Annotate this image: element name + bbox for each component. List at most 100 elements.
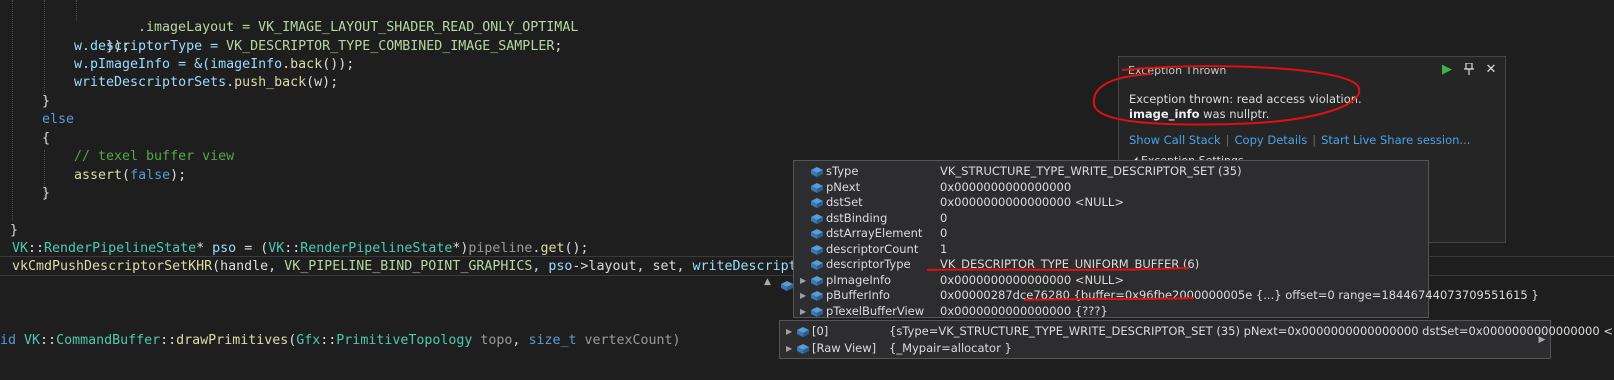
datatip-row[interactable]: descriptorType VK_DESCRIPTOR_TYPE_UNIFORM… <box>794 257 1428 273</box>
code-line-current: vkCmdPushDescriptorSetKHR(handle, VK_PIP… <box>12 257 821 276</box>
code-token: pipeline <box>468 241 533 256</box>
code-token: :: <box>160 333 177 348</box>
code-token: RenderPipelineState <box>44 241 197 256</box>
code-token: ->layout, set, <box>572 259 693 274</box>
code-token: topo <box>472 333 513 348</box>
datatip-expanded: sType VK_STRUCTURE_TYPE_WRITE_DESCRIPTOR_… <box>793 160 1539 320</box>
pin-icon[interactable] <box>1461 61 1477 77</box>
code-token: PrimitiveTopology <box>336 333 473 348</box>
code-token: back <box>290 57 323 72</box>
indent-guide <box>12 0 14 220</box>
close-icon[interactable]: ✕ <box>1483 61 1499 77</box>
code-token: *) <box>452 241 469 256</box>
code-token: ; <box>554 39 563 54</box>
datatip-row[interactable]: ▶ [0] {sType=VK_STRUCTURE_TYPE_WRITE_DESCR… <box>780 323 1614 340</box>
expand-arrow-icon[interactable]: ▶ <box>786 340 792 357</box>
code-token: ); <box>170 168 187 183</box>
datatip-row[interactable]: ▶ pImageInfo 0x0000000000000000 <NULL> <box>794 273 1428 289</box>
code-line: } <box>10 221 18 240</box>
exception-title: Exception Thrown <box>1128 64 1227 77</box>
field-name: dstSet <box>826 195 863 209</box>
field-value[interactable]: VK_STRUCTURE_TYPE_WRITE_DESCRIPTOR_SET (… <box>940 164 1242 180</box>
code-line: else <box>42 110 74 129</box>
live-share-link[interactable]: Start Live Share session... <box>1321 133 1470 147</box>
code-token: id <box>0 333 25 348</box>
field-value[interactable]: {_Mypair=allocator } <box>889 340 1012 357</box>
code-token: . <box>282 57 291 72</box>
code-token: push_back <box>234 75 307 90</box>
code-token: .imageLayout = VK_IMAGE_LAYOUT_SHADER_RE… <box>138 20 579 35</box>
code-comment: // texel buffer view <box>74 149 235 164</box>
field-name: pTexelBufferView <box>826 303 925 318</box>
code-token: pso <box>548 259 573 274</box>
expand-arrow-icon[interactable]: ▶ <box>800 304 808 320</box>
field-value[interactable]: 0 <box>940 211 947 227</box>
code-token: :: <box>40 333 57 348</box>
code-token: else <box>42 112 75 127</box>
code-token: vertexCount) <box>576 333 681 348</box>
datatip-row[interactable]: ▶ pTexelBufferView 0x0000000000000000 {???… <box>794 304 1428 320</box>
play-icon[interactable]: ▶ <box>1439 61 1455 77</box>
datatip-row[interactable]: descriptorCount 1 <box>794 242 1428 258</box>
field-icon <box>810 306 823 317</box>
code-token: :: <box>320 333 337 348</box>
code-token: assert <box>74 168 123 183</box>
code-token: drawPrimitives <box>176 333 289 348</box>
code-line: assert(false); <box>74 166 186 185</box>
datatip-row[interactable]: sType VK_STRUCTURE_TYPE_WRITE_DESCRIPTOR_… <box>794 164 1428 180</box>
field-icon <box>810 182 823 193</box>
code-line: { <box>42 129 50 148</box>
code-token: RenderPipelineState <box>300 241 453 256</box>
datatip-row[interactable]: dstSet 0x0000000000000000 <NULL> <box>794 195 1428 211</box>
field-value[interactable]: 0x00000287dce76280 {buffer=0x96fbe200000… <box>940 288 1539 304</box>
code-token: * <box>196 241 213 256</box>
code-token: w.pImageInfo = &( <box>74 57 211 72</box>
datatip-row[interactable]: ▶ [Raw View] {_Mypair=allocator } <box>780 340 1550 357</box>
field-name: pNext <box>826 179 861 194</box>
link-separator: | <box>1312 133 1317 147</box>
field-value[interactable]: 1 <box>940 242 947 258</box>
field-icon <box>810 197 823 208</box>
field-icon <box>796 326 809 337</box>
code-line: id VK::CommandBuffer::drawPrimitives(Gfx… <box>0 331 681 350</box>
show-call-stack-link[interactable]: Show Call Stack <box>1129 133 1221 147</box>
field-name: descriptorType <box>826 257 911 271</box>
field-name: sType <box>826 164 859 178</box>
object-icon <box>780 277 794 296</box>
code-token: (handle, <box>212 259 285 274</box>
field-name: dstBinding <box>826 210 888 225</box>
field-value[interactable]: {sType=VK_STRUCTURE_TYPE_WRITE_DESCRIPTO… <box>889 323 1614 340</box>
code-token: } <box>42 186 51 201</box>
datatip-row[interactable]: dstBinding 0 <box>794 211 1428 227</box>
datatip-row[interactable]: pNext 0x0000000000000000 <box>794 180 1428 196</box>
expand-arrow-icon[interactable]: ▶ <box>800 273 808 289</box>
code-token: pso <box>212 241 237 256</box>
code-token: ( <box>122 168 131 183</box>
datatip-vector: ▶ ▶ [0] {sType=VK_STRUCTURE_TYPE_WRITE_DES… <box>779 320 1614 359</box>
field-name: [Raw View] <box>812 341 877 355</box>
indent-guide <box>44 0 46 100</box>
field-value[interactable]: 0x0000000000000000 <NULL> <box>940 273 1124 289</box>
code-line: w.descriptorType = VK_DESCRIPTOR_TYPE_CO… <box>74 37 562 56</box>
datatip-header-arrow[interactable]: ▲ <box>764 277 771 287</box>
field-name: pBufferInfo <box>826 288 890 302</box>
copy-details-link[interactable]: Copy Details <box>1235 133 1308 147</box>
field-value[interactable]: VK_DESCRIPTOR_TYPE_UNIFORM_BUFFER (6) <box>940 257 1199 273</box>
code-line: } <box>42 184 50 203</box>
datatip-row[interactable]: dstArrayElement 0 <box>794 226 1428 242</box>
code-token: :: <box>284 241 301 256</box>
code-token: VK <box>24 333 41 348</box>
expand-arrow-icon[interactable]: ▶ <box>786 323 792 340</box>
field-value[interactable]: 0x0000000000000000 <box>940 180 1071 196</box>
field-value[interactable]: 0 <box>940 226 947 242</box>
field-value[interactable]: 0x0000000000000000 <NULL> <box>940 195 1124 211</box>
field-name: [0] <box>812 324 829 338</box>
field-icon <box>810 213 823 224</box>
code-token: size_t <box>528 333 577 348</box>
code-line: // texel buffer view <box>74 147 234 166</box>
expand-arrow-icon[interactable]: ▶ <box>800 288 808 304</box>
datatip-row[interactable]: ▶ pBufferInfo 0x00000287dce76280 {buffer=0… <box>794 288 1539 304</box>
field-value[interactable]: 0x0000000000000000 {???} <box>940 304 1108 320</box>
code-line: VK::RenderPipelineState* pso = (VK::Rend… <box>12 239 589 258</box>
code-token: imageInfo <box>210 57 283 72</box>
